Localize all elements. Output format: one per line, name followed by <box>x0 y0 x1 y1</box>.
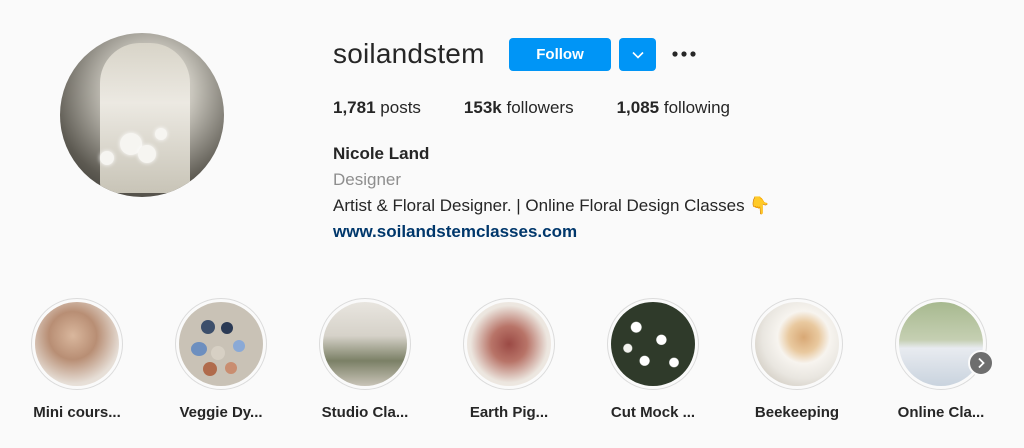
posts-label: posts <box>380 98 421 117</box>
highlight-thumbnail <box>179 302 263 386</box>
highlight-item[interactable]: Veggie Dy... <box>166 298 276 421</box>
following-label: following <box>663 98 731 117</box>
highlight-thumbnail <box>755 302 839 386</box>
highlight-thumbnail <box>467 302 551 386</box>
followers-label: followers <box>506 98 574 117</box>
avatar-flower <box>100 151 114 165</box>
highlight-item[interactable]: Mini cours... <box>22 298 132 421</box>
highlight-label: Online Cla... <box>897 404 985 421</box>
profile-bio: Artist & Floral Designer. | Online Flora… <box>333 196 771 215</box>
highlight-label: Beekeeping <box>754 404 840 421</box>
followers-stat[interactable]: 153k followers <box>464 98 574 118</box>
highlights-next-button[interactable] <box>968 350 994 376</box>
highlight-ring <box>607 298 699 390</box>
highlight-item[interactable]: Beekeeping <box>742 298 852 421</box>
highlight-label: Veggie Dy... <box>179 404 263 421</box>
highlight-label: Earth Pig... <box>469 404 549 421</box>
highlight-item[interactable]: Earth Pig... <box>454 298 564 421</box>
follow-button[interactable]: Follow <box>509 38 611 71</box>
highlight-item[interactable]: Studio Cla... <box>310 298 420 421</box>
highlight-thumbnail <box>35 302 119 386</box>
story-highlights: Mini cours... Veggie Dy... Studio Cla...… <box>30 298 1000 428</box>
highlight-label: Studio Cla... <box>321 404 409 421</box>
chevron-right-icon <box>978 357 985 369</box>
following-count: 1,085 <box>616 98 660 117</box>
more-horizontal-icon <box>672 51 696 57</box>
suggested-accounts-button[interactable] <box>619 38 656 71</box>
chevron-down-icon <box>631 51 644 59</box>
profile-category: Designer <box>333 170 402 189</box>
posts-count: 1,781 <box>333 98 376 117</box>
highlight-item[interactable]: Cut Mock ... <box>598 298 708 421</box>
highlight-thumbnail <box>323 302 407 386</box>
highlight-ring <box>463 298 555 390</box>
posts-stat: 1,781 posts <box>333 98 421 118</box>
highlight-ring <box>175 298 267 390</box>
highlight-ring <box>319 298 411 390</box>
profile-website-link[interactable]: www.soilandstemclasses.com <box>333 222 577 242</box>
followers-count: 153k <box>463 98 502 117</box>
profile-stats: 1,781 posts 153k followers 1,085 followi… <box>333 98 773 118</box>
profile-avatar[interactable] <box>60 33 224 197</box>
highlight-ring <box>751 298 843 390</box>
profile-full-name: Nicole Land <box>333 144 430 163</box>
avatar-figure <box>100 43 190 193</box>
highlight-label: Mini cours... <box>33 404 121 421</box>
highlight-ring <box>895 298 987 390</box>
avatar-flower <box>155 128 167 140</box>
highlight-label: Cut Mock ... <box>610 404 696 421</box>
highlight-ring <box>31 298 123 390</box>
highlight-thumbnail <box>899 302 983 386</box>
following-stat[interactable]: 1,085 following <box>617 98 730 118</box>
avatar-flower <box>138 145 156 163</box>
profile-username: soilandstem <box>333 38 485 69</box>
more-options-button[interactable] <box>668 40 700 68</box>
highlight-thumbnail <box>611 302 695 386</box>
